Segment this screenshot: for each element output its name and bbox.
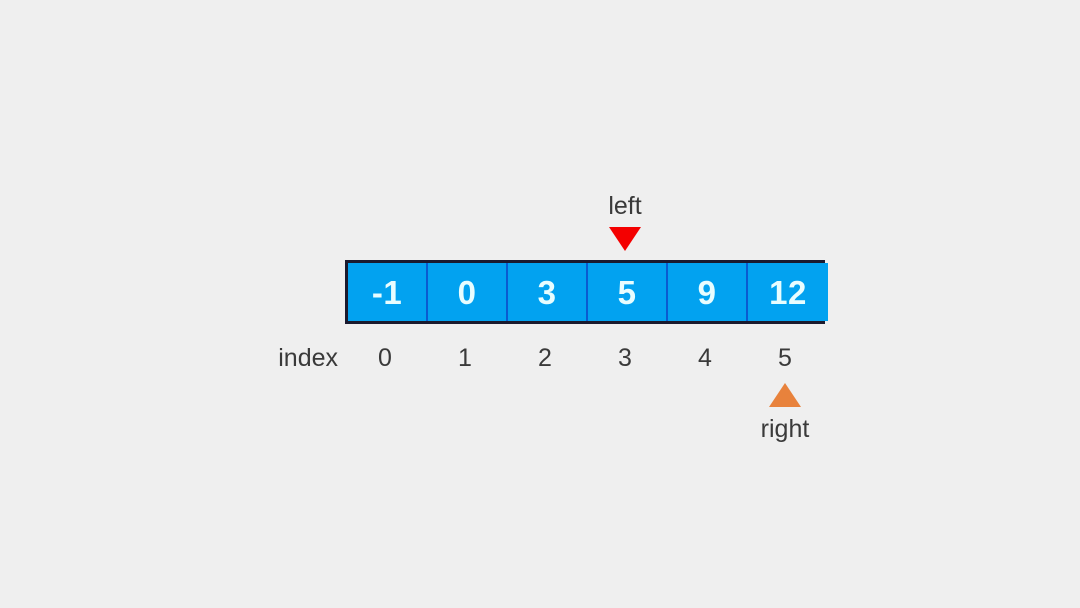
pointer-right: right xyxy=(705,383,865,442)
array-strip: -1 0 3 5 9 12 xyxy=(345,260,828,324)
triangle-up-icon xyxy=(769,383,801,407)
pointer-left-label: left xyxy=(608,192,642,220)
array-cell[interactable]: 0 xyxy=(428,263,508,321)
diagram-canvas: left -1 0 3 5 9 12 index 0 1 2 3 4 5 rig… xyxy=(0,0,1080,608)
index-value: 5 xyxy=(778,343,792,372)
array-cell[interactable]: 9 xyxy=(668,263,748,321)
pointer-left: left xyxy=(545,194,705,251)
array-cell-value: 9 xyxy=(697,273,717,311)
array-cell-value: 12 xyxy=(769,273,807,311)
index-value: 2 xyxy=(538,343,552,372)
index-row: 0 1 2 3 4 5 xyxy=(345,341,825,375)
array-cell-value: 5 xyxy=(617,273,637,311)
pointer-right-label: right xyxy=(760,415,810,443)
array-cell[interactable]: 12 xyxy=(748,263,828,321)
index-row-label: index xyxy=(278,343,338,372)
index-value: 4 xyxy=(698,343,712,372)
array-cell[interactable]: 3 xyxy=(508,263,588,321)
array-cell-value: 0 xyxy=(457,273,477,311)
array-cell[interactable]: 5 xyxy=(588,263,668,321)
index-value: 3 xyxy=(618,343,632,372)
triangle-down-icon xyxy=(609,227,641,251)
index-value: 0 xyxy=(378,343,392,372)
array-cell-value: -1 xyxy=(371,273,403,311)
array-cell[interactable]: -1 xyxy=(348,263,428,321)
index-value: 1 xyxy=(458,343,472,372)
array-cell-value: 3 xyxy=(537,273,557,311)
